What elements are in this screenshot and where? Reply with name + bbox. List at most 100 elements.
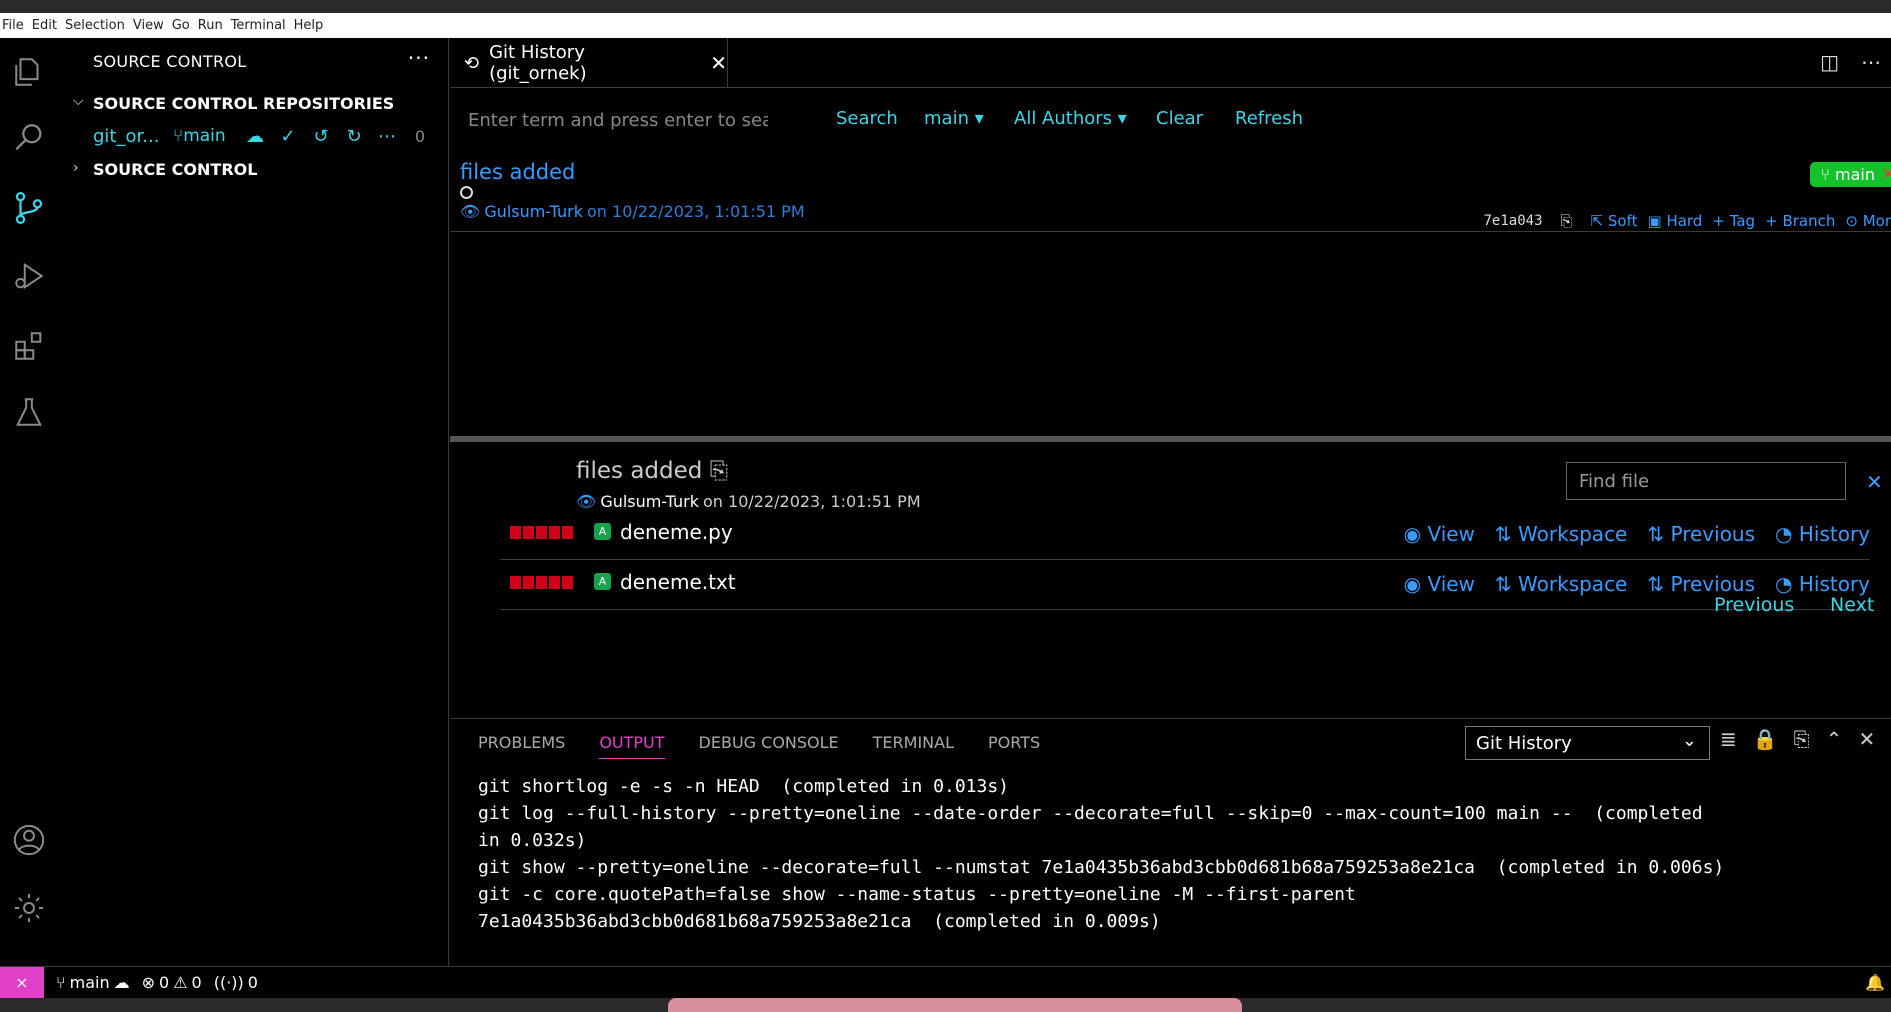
commit-author[interactable]: Gulsum-Turk	[484, 202, 583, 221]
close-icon[interactable]: ✕	[710, 51, 727, 75]
history-toolbar: Search main ▾ All Authors ▾ Clear Refres…	[450, 88, 1891, 150]
tab-problems[interactable]: PROBLEMS	[478, 733, 565, 759]
repo-row[interactable]: git_or... ⑂main ☁ ✓ ↺ ↻ ⋯ 0	[57, 122, 449, 150]
status-ports[interactable]: ((·)) 0	[214, 973, 258, 992]
previous-button[interactable]: ⇅ Previous	[1647, 522, 1755, 546]
tab-git-history[interactable]: ⟲ Git History (git_ornek) ✕	[450, 38, 728, 88]
file-name[interactable]: deneme.txt	[620, 570, 736, 594]
commit-entry[interactable]: files added 👁 Gulsum-Turk on 10/22/2023,…	[450, 150, 1891, 232]
tab-bar: ⟲ Git History (git_ornek) ✕ ◫ ⋯	[450, 38, 1891, 88]
copy-icon[interactable]: ⎘	[1561, 212, 1573, 230]
remove-branch-icon[interactable]: ✕	[1882, 164, 1891, 183]
commit-title[interactable]: files added	[460, 160, 575, 184]
tab-title: Git History (git_ornek)	[489, 42, 587, 84]
broadcast-icon: ((·))	[213, 973, 244, 992]
close-details-icon[interactable]: ✕	[1866, 470, 1883, 494]
soft-reset-button[interactable]: ⇱ Soft	[1591, 212, 1638, 230]
history-button[interactable]: ◔ History	[1775, 522, 1870, 546]
branch-dropdown[interactable]: main ▾	[924, 108, 984, 129]
file-row: A deneme.txt ◉ View ⇅ Workspace ⇅ Previo…	[500, 560, 1870, 610]
commit-check-icon[interactable]: ✓	[276, 126, 300, 147]
gear-icon[interactable]	[9, 888, 49, 928]
add-tag-button[interactable]: + Tag	[1712, 212, 1755, 230]
branch-icon: ⑂	[56, 973, 66, 992]
source-control-icon[interactable]	[9, 188, 49, 228]
bell-icon[interactable]: 🔔	[1865, 973, 1885, 992]
menu-bar: File Edit Selection View Go Run Terminal…	[0, 13, 1891, 38]
menu-run[interactable]: Run	[196, 18, 229, 33]
more-button[interactable]: ⊙ Mor	[1845, 212, 1891, 230]
search-input[interactable]	[468, 102, 768, 138]
chevron-down-icon[interactable]: ⌵	[73, 93, 84, 109]
tab-output[interactable]: OUTPUT	[599, 733, 665, 759]
tab-terminal[interactable]: TERMINAL	[873, 733, 954, 759]
menu-go[interactable]: Go	[170, 18, 196, 33]
copy-icon[interactable]: ⎘	[710, 458, 728, 484]
sidebar-more-icon[interactable]: ···	[408, 46, 430, 70]
menu-view[interactable]: View	[131, 18, 170, 33]
authors-dropdown[interactable]: All Authors ▾	[1014, 108, 1127, 129]
details-author[interactable]: Gulsum-Turk	[600, 492, 699, 511]
cloud-sync-icon[interactable]: ☁	[243, 126, 267, 147]
history-button[interactable]: ◔ History	[1775, 572, 1870, 596]
view-button[interactable]: ◉ View	[1404, 522, 1475, 546]
workspace-button[interactable]: ⇅ Workspace	[1495, 572, 1627, 596]
history-icon[interactable]: ↺	[309, 126, 333, 147]
open-editor-icon[interactable]: ⎘	[1794, 727, 1810, 751]
status-problems[interactable]: ⊗ 0 ⚠ 0	[142, 973, 202, 992]
menu-file[interactable]: File	[0, 18, 30, 33]
hard-reset-button[interactable]: ▣ Hard	[1647, 212, 1702, 230]
title-bar	[0, 0, 1891, 13]
testing-icon[interactable]	[9, 392, 49, 432]
add-branch-button[interactable]: + Branch	[1765, 212, 1835, 230]
eye-icon[interactable]: 👁	[576, 492, 596, 511]
commit-details: files added ⎘ 👁 Gulsum-Turk on 10/22/202…	[450, 442, 1891, 718]
previous-page-button[interactable]: Previous	[1714, 594, 1794, 616]
repositories-section[interactable]: SOURCE CONTROL REPOSITORIES	[93, 94, 394, 113]
account-icon[interactable]	[9, 820, 49, 860]
chevron-right-icon[interactable]: ›	[73, 160, 79, 176]
view-button[interactable]: ◉ View	[1404, 572, 1475, 596]
close-panel-icon[interactable]: ✕	[1858, 727, 1875, 751]
menu-help[interactable]: Help	[292, 18, 330, 33]
split-editor-icon[interactable]: ◫	[1820, 50, 1839, 74]
refresh-icon[interactable]: ↻	[342, 126, 366, 147]
find-file-input[interactable]	[1566, 462, 1846, 500]
previous-button[interactable]: ⇅ Previous	[1647, 572, 1755, 596]
tab-debug-console[interactable]: DEBUG CONSOLE	[699, 733, 839, 759]
tab-ports[interactable]: PORTS	[988, 733, 1040, 759]
editor-more-icon[interactable]: ⋯	[1861, 50, 1881, 74]
remote-icon[interactable]: ⨯	[0, 966, 44, 999]
search-icon[interactable]	[9, 118, 49, 158]
menu-terminal[interactable]: Terminal	[229, 18, 292, 33]
details-date: on 10/22/2023, 1:01:51 PM	[703, 492, 921, 511]
next-page-button[interactable]: Next	[1830, 594, 1874, 616]
workspace-button[interactable]: ⇅ Workspace	[1495, 522, 1627, 546]
error-icon: ⊗	[141, 973, 155, 992]
output-channel-select[interactable]: Git History ⌄	[1465, 726, 1710, 760]
refresh-button[interactable]: Refresh	[1235, 108, 1303, 129]
menu-edit[interactable]: Edit	[30, 18, 63, 33]
file-name[interactable]: deneme.py	[620, 520, 733, 544]
extensions-icon[interactable]	[9, 326, 49, 366]
clear-button[interactable]: Clear	[1156, 108, 1203, 129]
search-button[interactable]: Search	[836, 108, 898, 129]
source-control-sidebar: SOURCE CONTROL ··· ⌵ SOURCE CONTROL REPO…	[57, 38, 449, 966]
status-branch[interactable]: ⑂ main ☁	[56, 973, 130, 992]
maximize-panel-icon[interactable]: ⌃	[1826, 727, 1843, 751]
more-icon[interactable]: ⋯	[375, 126, 399, 147]
menu-selection[interactable]: Selection	[63, 18, 131, 33]
run-debug-icon[interactable]	[9, 256, 49, 296]
source-control-section[interactable]: SOURCE CONTROL	[93, 160, 257, 179]
repo-branch[interactable]: ⑂main	[173, 126, 226, 146]
branch-badge[interactable]: ⑂ main ✕	[1810, 162, 1891, 187]
lock-icon[interactable]: 🔒	[1753, 727, 1778, 751]
repo-name[interactable]: git_or...	[93, 126, 159, 147]
details-title: files added ⎘	[576, 458, 729, 484]
branch-icon: ⑂	[173, 126, 184, 146]
eye-icon[interactable]: 👁	[460, 202, 480, 221]
added-badge: A	[594, 523, 611, 540]
clear-output-icon[interactable]: ≣	[1720, 727, 1737, 751]
warning-icon: ⚠	[173, 973, 188, 992]
explorer-icon[interactable]	[9, 52, 49, 92]
